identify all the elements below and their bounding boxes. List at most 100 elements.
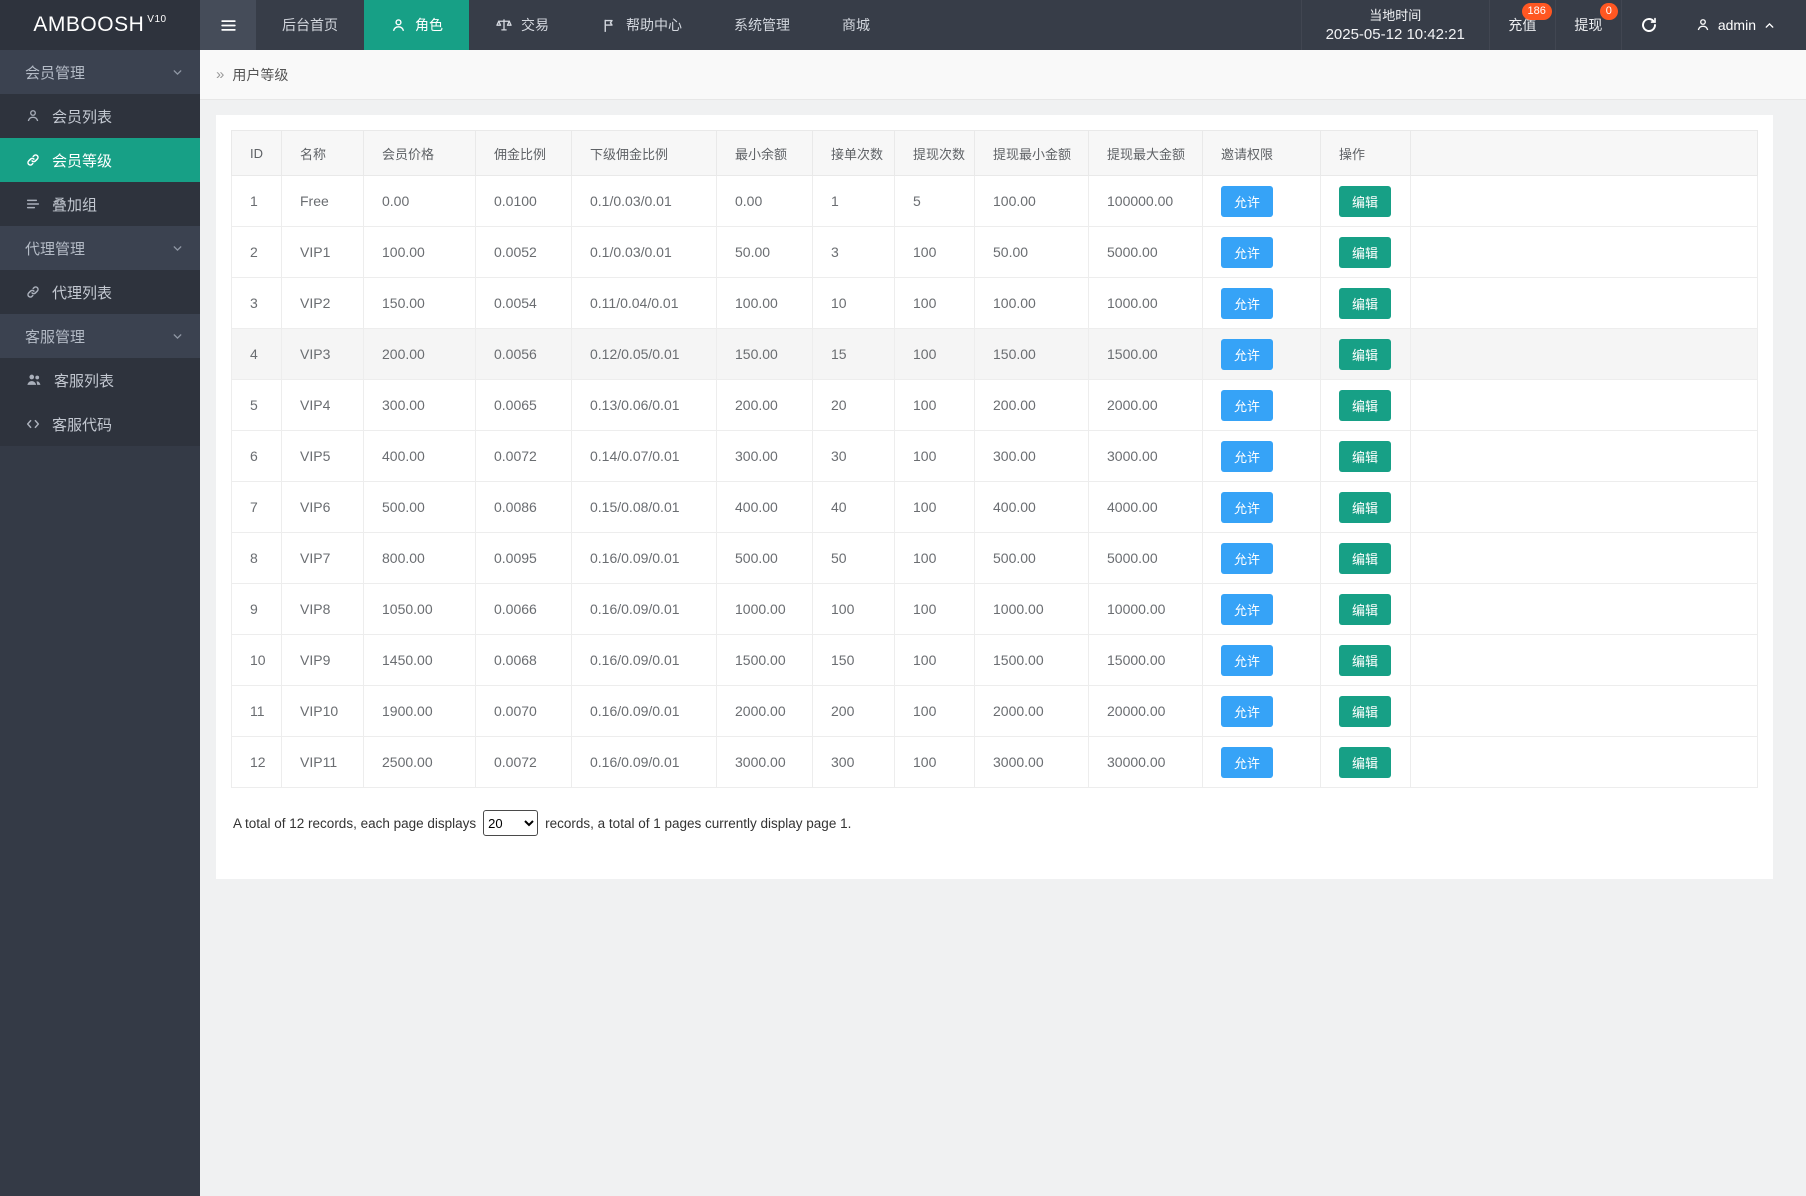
- table-cell: VIP1: [282, 227, 364, 278]
- table-row: 5VIP4300.000.00650.13/0.06/0.01200.00201…: [232, 380, 1758, 431]
- column-header: 接单次数: [813, 131, 895, 176]
- table-row: 4VIP3200.000.00560.12/0.05/0.01150.00151…: [232, 329, 1758, 380]
- table-cell: 100: [895, 482, 975, 533]
- empty-cell: [1411, 482, 1758, 533]
- table-cell: 12: [232, 737, 282, 788]
- table-cell: 10: [813, 278, 895, 329]
- table-cell: 40: [813, 482, 895, 533]
- table-cell: 100: [895, 533, 975, 584]
- allow-button[interactable]: 允许: [1221, 645, 1273, 676]
- allow-button[interactable]: 允许: [1221, 543, 1273, 574]
- refresh-icon: [1640, 16, 1658, 34]
- invite-permission-cell: 允许: [1203, 227, 1321, 278]
- sidebar-item-overlay-group[interactable]: 叠加组: [0, 182, 200, 226]
- nav-item-mall[interactable]: 商城: [816, 0, 896, 50]
- column-header: 会员价格: [364, 131, 476, 176]
- table-row: 10VIP91450.000.00680.16/0.09/0.011500.00…: [232, 635, 1758, 686]
- edit-button[interactable]: 编辑: [1339, 390, 1391, 421]
- user-level-table: ID名称会员价格佣金比例下级佣金比例最小余额接单次数提现次数提现最小金额提现最大…: [231, 130, 1758, 788]
- page-title: 用户等级: [232, 65, 288, 85]
- sidebar-item-service-code[interactable]: 客服代码: [0, 402, 200, 446]
- action-cell: 编辑: [1321, 278, 1411, 329]
- table-cell: 100: [813, 584, 895, 635]
- edit-button[interactable]: 编辑: [1339, 747, 1391, 778]
- sidebar-item-member-management[interactable]: 会员管理: [0, 50, 200, 94]
- withdraw-button[interactable]: 0 提现: [1555, 0, 1621, 50]
- table-cell: VIP7: [282, 533, 364, 584]
- table-cell: VIP10: [282, 686, 364, 737]
- edit-button[interactable]: 编辑: [1339, 441, 1391, 472]
- edit-button[interactable]: 编辑: [1339, 696, 1391, 727]
- empty-cell: [1411, 737, 1758, 788]
- table-cell: 0.0056: [476, 329, 572, 380]
- table-cell: 1500.00: [1089, 329, 1203, 380]
- allow-button[interactable]: 允许: [1221, 237, 1273, 268]
- table-cell: 1: [813, 176, 895, 227]
- table-cell: 1900.00: [364, 686, 476, 737]
- brand-version: V10: [147, 14, 166, 25]
- action-cell: 编辑: [1321, 482, 1411, 533]
- sidebar-item-service-list[interactable]: 客服列表: [0, 358, 200, 402]
- sidebar-item-service-management[interactable]: 客服管理: [0, 314, 200, 358]
- table-cell: 150.00: [717, 329, 813, 380]
- table-cell: 0.13/0.06/0.01: [572, 380, 717, 431]
- allow-button[interactable]: 允许: [1221, 696, 1273, 727]
- edit-button[interactable]: 编辑: [1339, 645, 1391, 676]
- nav-item-dashboard[interactable]: 后台首页: [256, 0, 364, 50]
- page-size-select[interactable]: 20: [483, 810, 538, 836]
- admin-app: AMBOOSHV10 后台首页角色交易帮助中心系统管理商城 当地时间 2025-…: [0, 0, 1806, 1196]
- sidebar-toggle-button[interactable]: [200, 0, 256, 50]
- allow-button[interactable]: 允许: [1221, 594, 1273, 625]
- nav-item-trade[interactable]: 交易: [469, 0, 575, 50]
- edit-button[interactable]: 编辑: [1339, 186, 1391, 217]
- table-cell: 1450.00: [364, 635, 476, 686]
- table-cell: 100.00: [975, 176, 1089, 227]
- edit-button[interactable]: 编辑: [1339, 339, 1391, 370]
- edit-button[interactable]: 编辑: [1339, 594, 1391, 625]
- nav-item-roles[interactable]: 角色: [364, 0, 469, 50]
- empty-cell: [1411, 533, 1758, 584]
- sidebar-item-agent-list[interactable]: 代理列表: [0, 270, 200, 314]
- menu-icon: [219, 16, 238, 35]
- allow-button[interactable]: 允许: [1221, 390, 1273, 421]
- table-cell: 0.0066: [476, 584, 572, 635]
- edit-button[interactable]: 编辑: [1339, 543, 1391, 574]
- user-menu[interactable]: admin: [1677, 0, 1806, 50]
- sidebar: 会员管理会员列表会员等级叠加组代理管理代理列表客服管理客服列表客服代码: [0, 50, 200, 1196]
- breadcrumb-marker-icon: »: [216, 66, 224, 83]
- table-cell: 3: [232, 278, 282, 329]
- list-icon: [25, 196, 41, 212]
- sidebar-item-agent-management[interactable]: 代理管理: [0, 226, 200, 270]
- nav-item-label: 帮助中心: [626, 15, 682, 35]
- edit-button[interactable]: 编辑: [1339, 492, 1391, 523]
- table-cell: 150: [813, 635, 895, 686]
- edit-button[interactable]: 编辑: [1339, 288, 1391, 319]
- refresh-button[interactable]: [1621, 0, 1677, 50]
- allow-button[interactable]: 允许: [1221, 747, 1273, 778]
- table-cell: 0.0065: [476, 380, 572, 431]
- allow-button[interactable]: 允许: [1221, 339, 1273, 370]
- allow-button[interactable]: 允许: [1221, 441, 1273, 472]
- table-cell: 50: [813, 533, 895, 584]
- table-cell: 30000.00: [1089, 737, 1203, 788]
- sidebar-item-label: 客服列表: [54, 370, 114, 391]
- allow-button[interactable]: 允许: [1221, 288, 1273, 319]
- recharge-badge: 186: [1522, 3, 1552, 20]
- invite-permission-cell: 允许: [1203, 533, 1321, 584]
- sidebar-item-member-list[interactable]: 会员列表: [0, 94, 200, 138]
- nav-item-system[interactable]: 系统管理: [708, 0, 816, 50]
- sidebar-item-member-level[interactable]: 会员等级: [0, 138, 200, 182]
- table-cell: 2000.00: [717, 686, 813, 737]
- invite-permission-cell: 允许: [1203, 686, 1321, 737]
- table-cell: 0.0072: [476, 737, 572, 788]
- nav-item-help-center[interactable]: 帮助中心: [575, 0, 708, 50]
- table-header-row: ID名称会员价格佣金比例下级佣金比例最小余额接单次数提现次数提现最小金额提现最大…: [232, 131, 1758, 176]
- table-cell: 400.00: [975, 482, 1089, 533]
- allow-button[interactable]: 允许: [1221, 186, 1273, 217]
- allow-button[interactable]: 允许: [1221, 492, 1273, 523]
- table-cell: 0.0054: [476, 278, 572, 329]
- recharge-button[interactable]: 186 充值: [1489, 0, 1555, 50]
- table-cell: 100000.00: [1089, 176, 1203, 227]
- edit-button[interactable]: 编辑: [1339, 237, 1391, 268]
- table-cell: 0.0095: [476, 533, 572, 584]
